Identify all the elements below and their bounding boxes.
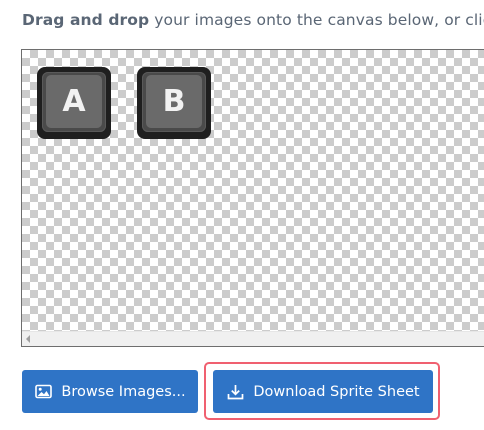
horizontal-scrollbar[interactable] [22,331,484,346]
instruction-bold: Drag and drop [22,11,150,29]
instruction-text: Drag and drop your images onto the canva… [22,11,484,29]
instruction-rest: your images onto the canvas below, or cl… [149,11,484,29]
sprite-tile-b[interactable]: B [137,67,211,139]
download-icon [226,383,244,401]
sprite-canvas[interactable]: A B [22,50,484,332]
download-sprite-sheet-button[interactable]: Download Sprite Sheet [213,370,433,413]
sprite-tile-a-label: A [46,75,102,128]
sprite-tile-a[interactable]: A [37,67,111,139]
browse-images-label: Browse Images... [61,383,186,400]
page: Drag and drop your images onto the canva… [0,0,484,430]
image-icon [34,383,52,401]
sprite-tile-b-label: B [146,75,202,128]
scroll-left-arrow-icon[interactable] [26,335,30,343]
browse-images-button[interactable]: Browse Images... [22,370,198,413]
download-sprite-sheet-label: Download Sprite Sheet [253,383,420,400]
sprite-canvas-container[interactable]: A B [21,49,484,347]
